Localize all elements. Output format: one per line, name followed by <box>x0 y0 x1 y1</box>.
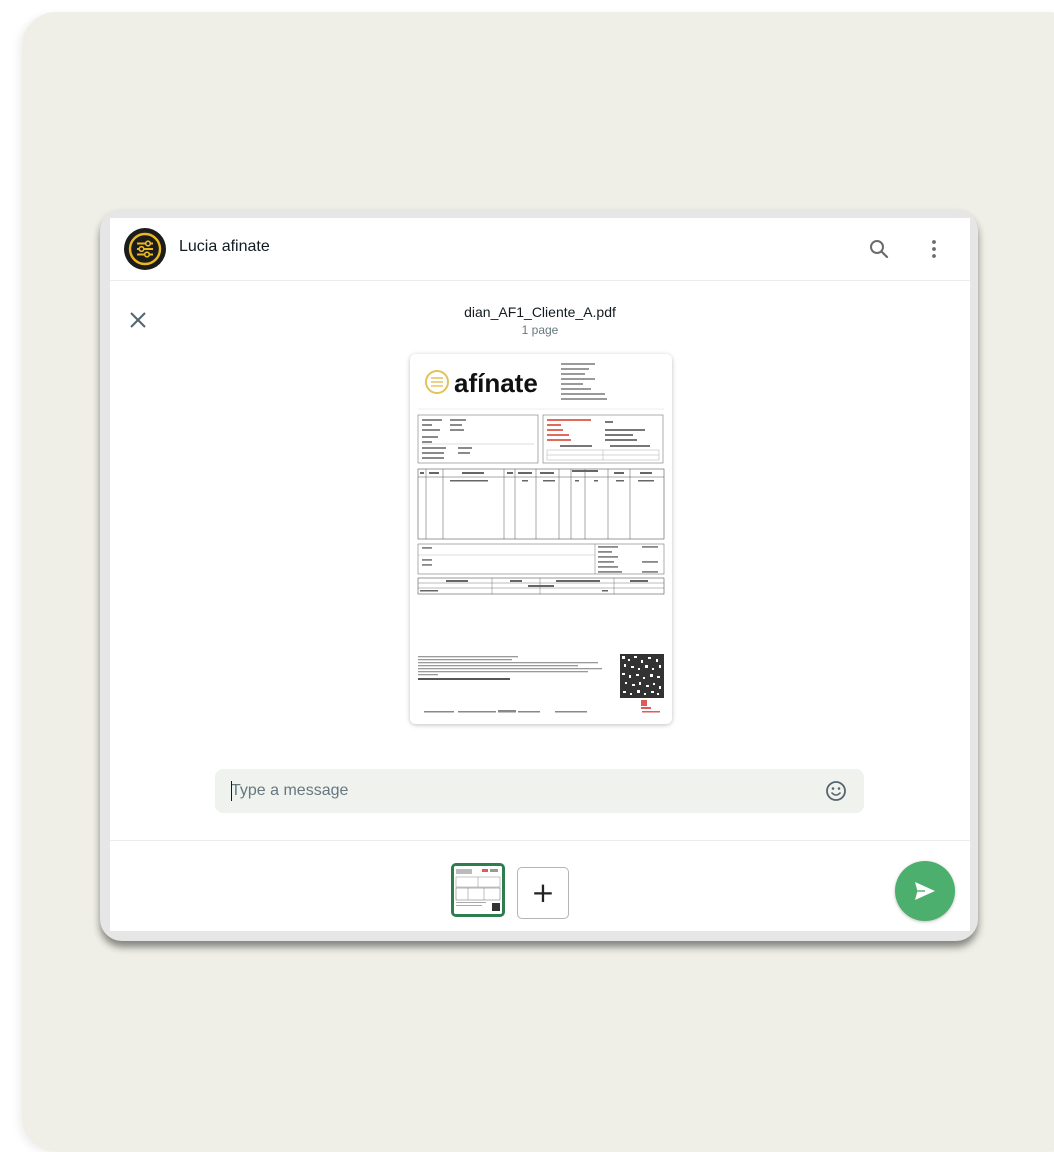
invoice-page: afínate <box>410 354 672 724</box>
chat-window: Lucia afinate dian_AF1_Cliente_A.pdf 1 p… <box>110 218 970 931</box>
emoji-button[interactable] <box>823 778 849 804</box>
device-frame: Lucia afinate dian_AF1_Cliente_A.pdf 1 p… <box>100 209 978 941</box>
file-name: dian_AF1_Cliente_A.pdf <box>464 304 616 320</box>
text-cursor <box>231 781 232 801</box>
avatar[interactable] <box>124 228 166 270</box>
contact-name[interactable]: Lucia afinate <box>179 238 270 256</box>
plus-icon: + <box>531 876 555 909</box>
attachment-thumbnail[interactable] <box>451 863 505 917</box>
more-vertical-icon <box>932 240 936 258</box>
brand-name: afínate <box>454 368 538 398</box>
add-attachment-button[interactable]: + <box>517 867 569 919</box>
document-thumbnail-icon <box>454 866 502 914</box>
message-input[interactable] <box>229 769 811 813</box>
qr-code <box>620 654 664 698</box>
search-icon <box>870 240 889 259</box>
emoji-icon <box>826 781 846 801</box>
send-button[interactable] <box>895 861 955 921</box>
pdf-preview[interactable]: afínate <box>410 354 672 724</box>
message-composer <box>215 769 864 813</box>
afinate-logo-icon <box>128 232 162 266</box>
attachment-tray: + <box>110 840 970 932</box>
menu-button[interactable] <box>920 235 948 263</box>
send-icon <box>915 882 935 900</box>
chat-header: Lucia afinate <box>110 218 970 281</box>
page-count: 1 page <box>521 323 559 337</box>
search-button[interactable] <box>865 235 893 263</box>
